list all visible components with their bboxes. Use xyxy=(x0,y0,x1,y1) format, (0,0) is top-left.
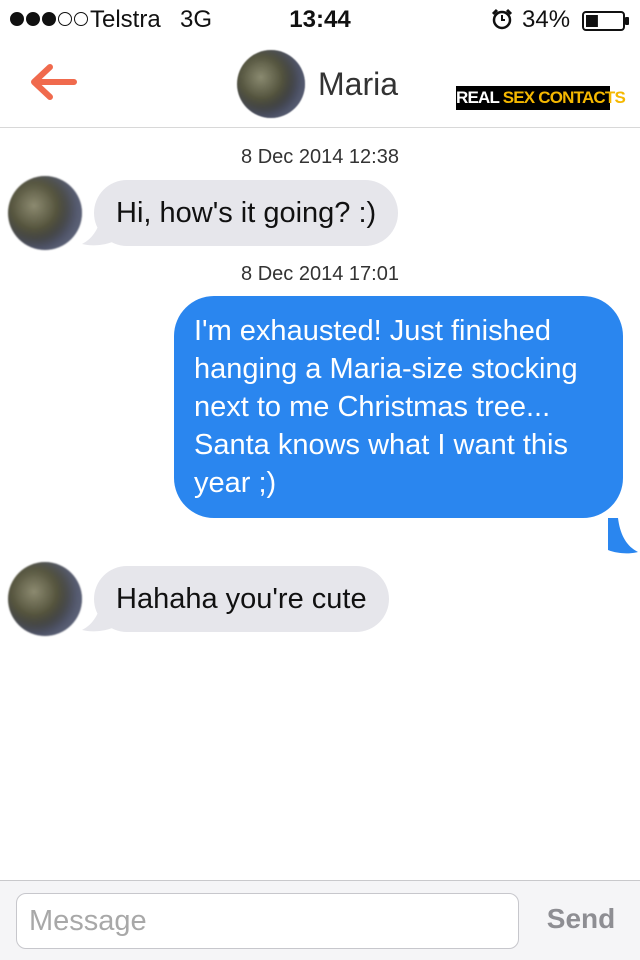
back-arrow-icon[interactable] xyxy=(26,60,80,104)
message-composer: Send xyxy=(0,880,640,960)
outgoing-message-bubble[interactable]: I'm exhausted! Just finished hanging a M… xyxy=(174,296,623,518)
incoming-message-bubble[interactable]: Hi, how's it going? :) xyxy=(94,180,399,246)
conversation-header: Maria xyxy=(0,40,640,128)
send-button[interactable]: Send xyxy=(536,903,626,935)
message-timestamp: 8 Dec 2014 17:01 xyxy=(241,263,399,285)
battery-fill xyxy=(586,15,598,27)
battery-icon xyxy=(582,11,629,31)
bubble-tail xyxy=(608,518,638,554)
contact-name[interactable]: Maria xyxy=(318,66,398,103)
status-bar: Telstra 3G 13:44 34% xyxy=(0,0,640,40)
alarm-clock-icon xyxy=(491,8,513,30)
watermark-word-sex-contacts: SEX CONTACTS xyxy=(502,88,626,107)
message-input[interactable] xyxy=(16,893,519,949)
contact-avatar-small[interactable] xyxy=(8,562,82,636)
message-timestamp: 8 Dec 2014 12:38 xyxy=(241,146,399,168)
battery-percentage: 34% xyxy=(522,6,571,33)
watermark-logo: REAL SEX CONTACTS xyxy=(456,86,626,110)
contact-avatar[interactable] xyxy=(237,50,305,118)
incoming-message-bubble[interactable]: Hahaha you're cute xyxy=(94,566,389,632)
watermark-word-real: REAL xyxy=(456,88,500,107)
contact-avatar-small[interactable] xyxy=(8,176,82,250)
